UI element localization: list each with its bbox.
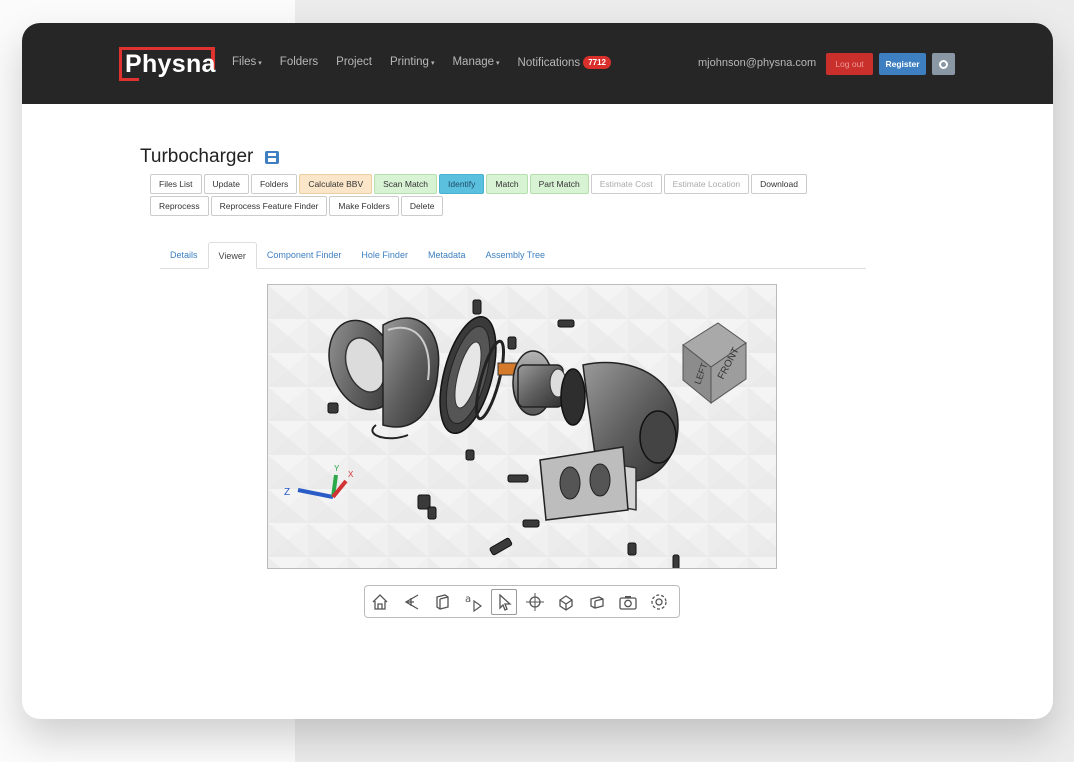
action-toolbar-row-2: Reprocess Reprocess Feature Finder Make Fo… xyxy=(150,196,444,216)
camera-icon xyxy=(619,595,637,610)
nav-link-label: Folders xyxy=(279,56,319,68)
logo-text: Physna xyxy=(125,50,216,78)
tab-details[interactable]: Details xyxy=(160,242,208,268)
top-navbar: Physna Files ▾ Folders Project Printing ▾ Mana… xyxy=(22,23,1053,104)
camera-tool-button[interactable] xyxy=(615,589,641,615)
nav-link-label: Printing xyxy=(389,56,429,68)
make-folders-button[interactable]: Make Folders xyxy=(329,196,399,216)
scan-match-button[interactable]: Scan Match xyxy=(374,174,438,194)
reprocess-button[interactable]: Reprocess xyxy=(150,196,209,216)
svg-text:a: a xyxy=(465,594,471,605)
section-tool-button[interactable] xyxy=(584,589,610,615)
detail-tabs: Details Viewer Component Finder Hole Finder… xyxy=(160,242,866,269)
physna-logo[interactable]: Physna xyxy=(119,47,215,81)
help-icon xyxy=(939,59,948,69)
nav-link-notifications[interactable]: Notifications 7712 xyxy=(518,56,611,69)
axis-x-label: X xyxy=(348,470,354,479)
action-toolbar-row-1: Files List Update Folders Calculate BBV Scan… xyxy=(150,174,807,194)
tab-viewer[interactable]: Viewer xyxy=(207,242,257,269)
estimate-cost-button[interactable]: Estimate Cost xyxy=(590,174,662,194)
folders-button[interactable]: Folders xyxy=(250,174,298,194)
delete-button[interactable]: Delete xyxy=(400,196,444,216)
viewer-canvas[interactable]: FRONT LEFT Z Y X xyxy=(268,285,777,569)
nav-link-label: Notifications xyxy=(517,57,581,69)
download-button[interactable]: Download xyxy=(751,174,807,194)
reprocess-feature-finder-button[interactable]: Reprocess Feature Finder xyxy=(210,196,328,216)
app-window: Physna Files ▾ Folders Project Printing ▾ Mana… xyxy=(22,23,1053,719)
model-icon xyxy=(559,594,573,611)
nav-link-printing[interactable]: Printing ▾ xyxy=(390,56,435,69)
home-icon xyxy=(372,593,388,610)
chevron-down-icon: ▾ xyxy=(258,60,262,67)
home-tool-button[interactable] xyxy=(367,589,393,615)
select-icon xyxy=(499,593,512,611)
calculate-bbv-button[interactable]: Calculate BBV xyxy=(299,174,373,194)
logout-button[interactable]: Log out xyxy=(826,53,873,75)
annotation-icon: a xyxy=(465,594,483,612)
model-tool-button[interactable] xyxy=(553,589,579,615)
nav-link-label: Files xyxy=(232,56,257,68)
nav-links: Files ▾ Folders Project Printing ▾ Manage ▾ Noti… xyxy=(232,56,629,69)
annotation-tool-button[interactable]: a xyxy=(460,589,486,615)
tab-metadata[interactable]: Metadata xyxy=(418,242,476,268)
update-button[interactable]: Update xyxy=(203,174,249,194)
axis-z-label: Z xyxy=(284,487,290,498)
explode-icon xyxy=(404,593,419,610)
nav-link-files[interactable]: Files ▾ xyxy=(232,56,262,69)
chevron-down-icon: ▾ xyxy=(430,60,435,67)
files-list-button[interactable]: Files List xyxy=(150,174,202,194)
match-button[interactable]: Match xyxy=(486,174,528,194)
save-icon[interactable] xyxy=(265,151,279,164)
nav-link-project[interactable]: Project xyxy=(336,56,372,69)
settings-tool-button[interactable] xyxy=(646,589,672,615)
nav-link-label: Manage xyxy=(452,56,495,68)
tab-hole-finder[interactable]: Hole Finder xyxy=(351,242,418,268)
register-button[interactable]: Register xyxy=(879,53,926,75)
tab-component-finder[interactable]: Component Finder xyxy=(257,242,352,268)
help-button[interactable] xyxy=(932,53,955,75)
select-tool-button[interactable] xyxy=(491,588,517,615)
nav-link-manage[interactable]: Manage ▾ xyxy=(452,56,499,69)
move-tool-button[interactable] xyxy=(522,589,548,615)
tab-assembly-tree[interactable]: Assembly Tree xyxy=(475,242,555,268)
settings-icon xyxy=(651,593,667,610)
move-icon xyxy=(526,592,544,611)
page-title: Turbocharger xyxy=(140,146,254,167)
notifications-badge: 7712 xyxy=(583,56,611,69)
viewer-toolbar: a xyxy=(364,585,680,618)
section-icon xyxy=(590,595,604,609)
user-email-link[interactable]: mjohnson@physna.com xyxy=(698,57,816,69)
box-view-tool-button[interactable] xyxy=(429,589,455,615)
axis-y-label: Y xyxy=(334,464,340,473)
3d-viewer[interactable]: FRONT LEFT Z Y X xyxy=(267,284,777,569)
identify-button[interactable]: Identify xyxy=(439,174,485,194)
explode-tool-button[interactable] xyxy=(398,589,424,615)
nav-link-label: Project xyxy=(336,56,372,68)
part-match-button[interactable]: Part Match xyxy=(529,174,589,194)
box-view-icon xyxy=(436,593,449,610)
nav-link-folders[interactable]: Folders xyxy=(280,56,318,69)
estimate-location-button[interactable]: Estimate Location xyxy=(663,174,750,194)
chevron-down-icon: ▾ xyxy=(496,60,500,67)
